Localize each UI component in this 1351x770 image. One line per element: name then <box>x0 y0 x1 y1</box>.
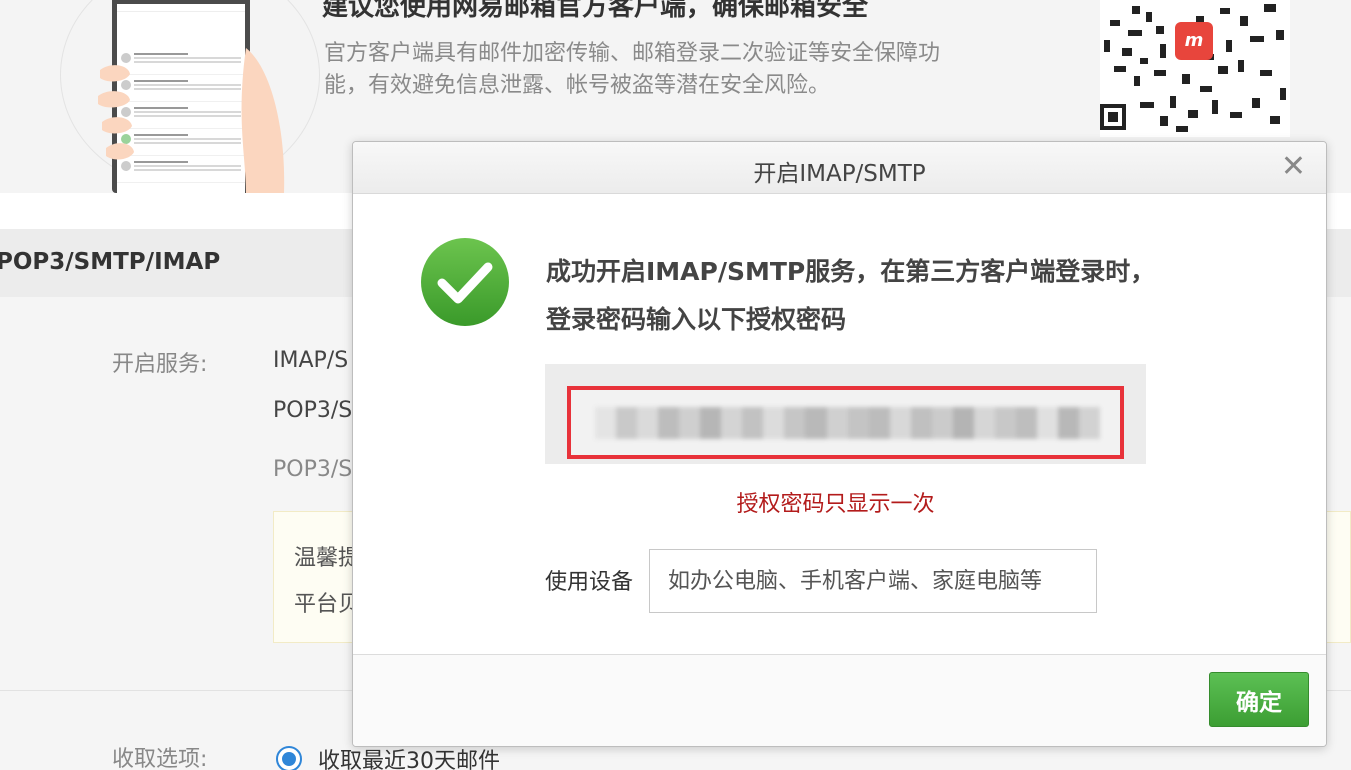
mail-app-logo-icon: m <box>1175 22 1213 60</box>
open-service-label: 开启服务: <box>112 352 208 377</box>
fetch-30-days-label[interactable]: 收取最近30天邮件 <box>318 743 500 770</box>
dialog-footer: 确定 <box>353 654 1326 746</box>
hand-illustration <box>98 48 285 193</box>
device-label: 使用设备 <box>545 570 634 595</box>
auth-code-redacted <box>595 400 1101 446</box>
success-message: 成功开启IMAP/SMTP服务，在第三方客户端登录时，登录密码输入以下授权密码 <box>546 257 1156 334</box>
section-title: POP3/SMTP/IMAP <box>0 249 221 275</box>
fetch-30-days-radio[interactable] <box>276 746 302 770</box>
tip-line-2: 平台贝 <box>294 592 361 617</box>
service-pop3-item: POP3/S <box>273 398 353 423</box>
close-icon[interactable]: ✕ <box>1281 150 1306 184</box>
auth-code-box[interactable] <box>567 386 1124 459</box>
dialog-header: 开启IMAP/SMTP ✕ <box>353 142 1326 194</box>
promo-title: 建议您使用网易邮箱官方客户端，确保邮箱安全 <box>322 0 869 22</box>
device-input[interactable] <box>649 549 1097 613</box>
dialog-title: 开启IMAP/SMTP <box>753 161 926 187</box>
show-once-warning: 授权密码只显示一次 <box>736 492 935 517</box>
tip-line-1: 温馨提 <box>294 546 361 571</box>
auth-code-area <box>545 364 1146 464</box>
promo-description: 官方客户端具有邮件加密传输、邮箱登录二次验证等安全保障功能，有效避免信息泄露、帐… <box>324 41 941 98</box>
service-imap-item: IMAP/S <box>273 348 349 373</box>
enable-imap-dialog: 开启IMAP/SMTP ✕ 成功开启IMAP/SMTP服务，在第三方客户端登录时… <box>352 141 1327 747</box>
service-pop3-note: POP3/S <box>273 457 353 482</box>
qr-code: m <box>1100 0 1290 137</box>
qr-pattern <box>1100 4 1286 132</box>
fetch-options-label: 收取选项: <box>112 747 208 770</box>
success-check-icon <box>421 238 509 326</box>
confirm-button[interactable]: 确定 <box>1209 672 1309 727</box>
